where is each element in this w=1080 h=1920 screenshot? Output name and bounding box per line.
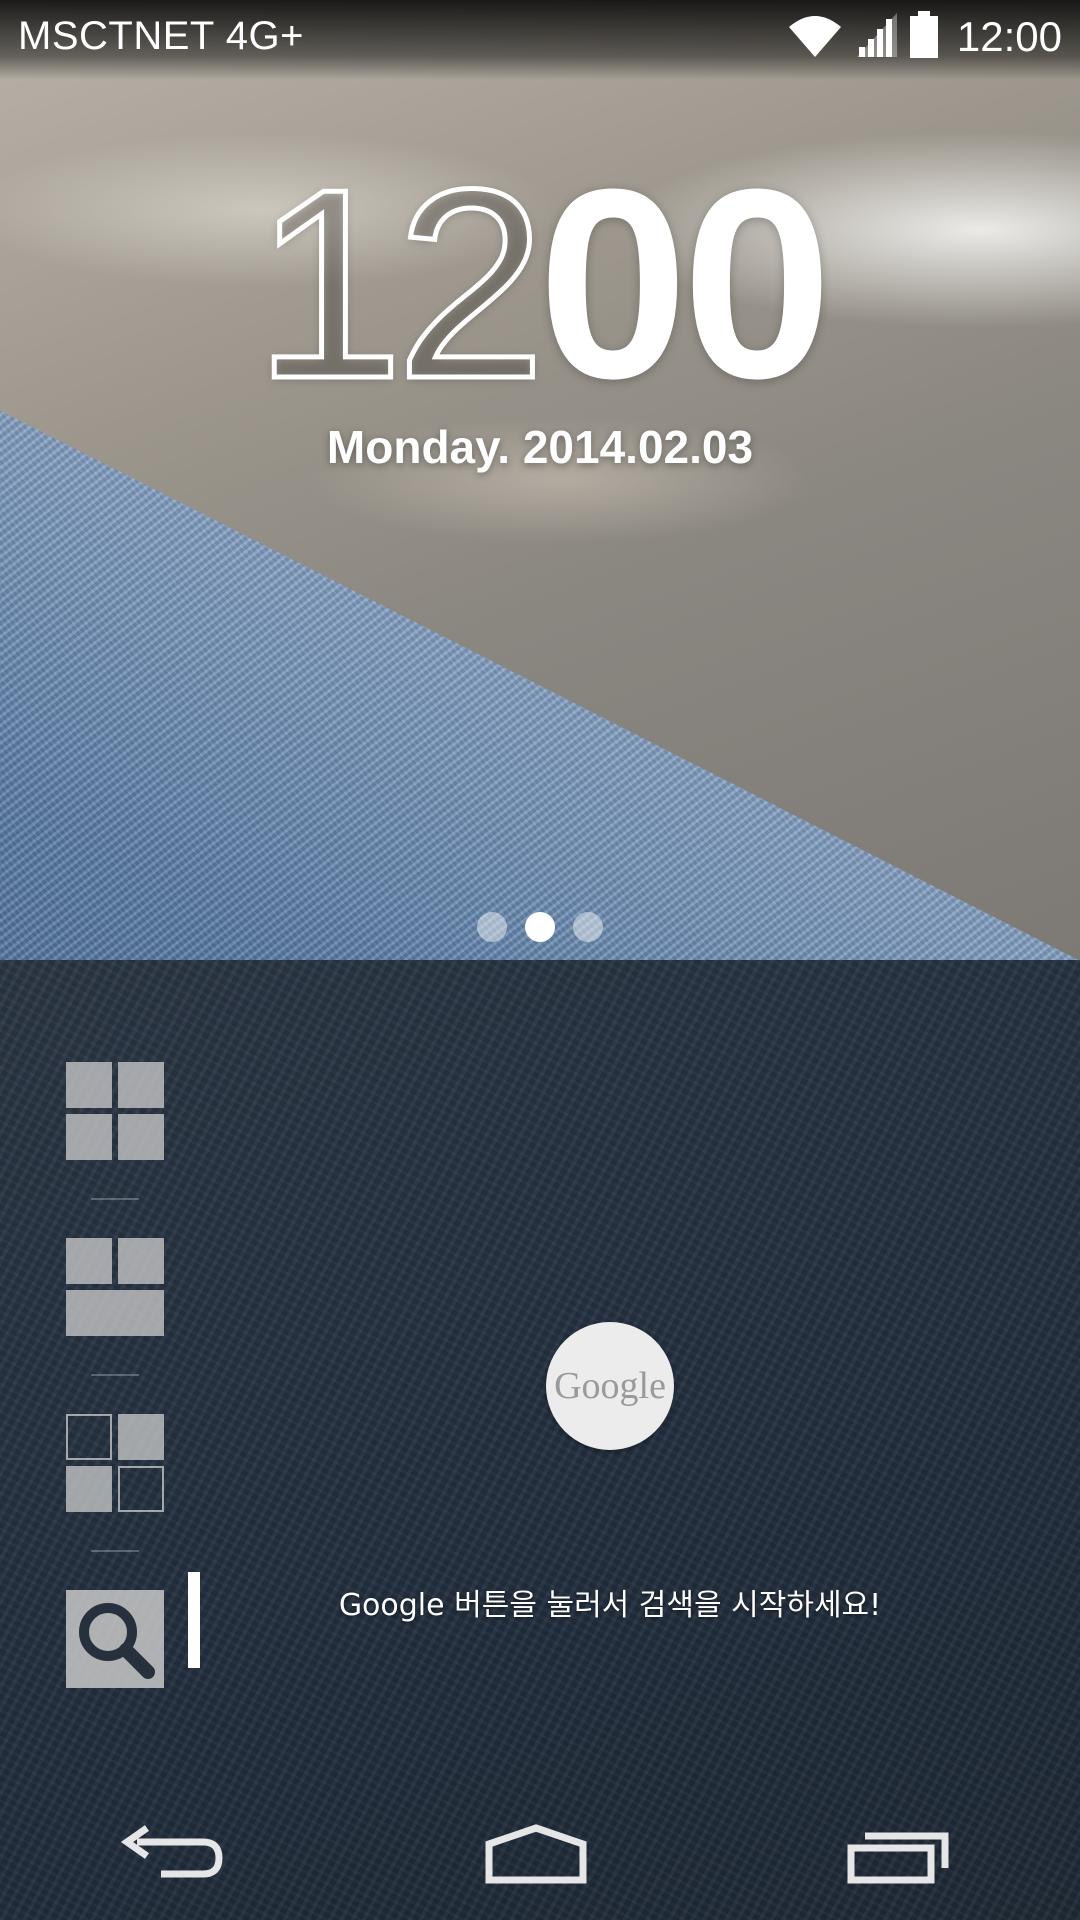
status-time: 12:00 <box>956 13 1062 60</box>
page-indicator <box>0 912 1080 942</box>
carrier-label: MSCTNET 4G+ <box>18 14 304 58</box>
recents-button[interactable] <box>840 1814 960 1898</box>
page-dot-active[interactable] <box>525 912 555 942</box>
clock-minutes: 00 <box>538 134 832 435</box>
lock-screen: MSCTNET 4G+ 12:00 1200 Monday. 2014.02.0… <box>0 0 1080 1920</box>
wifi-icon <box>785 11 845 63</box>
clock-hours: 12 <box>251 134 548 435</box>
clock-date: Monday. 2014.02.03 <box>326 421 754 473</box>
layout-divider <box>91 1198 139 1200</box>
layout-divider <box>91 1374 139 1376</box>
page-dot[interactable] <box>477 912 507 942</box>
signal-icon <box>855 11 899 63</box>
recents-icon <box>845 1824 955 1888</box>
status-icons: 12:00 <box>785 11 1062 63</box>
battery-icon <box>909 11 939 63</box>
text-cursor <box>188 1572 200 1668</box>
home-icon <box>481 1824 591 1888</box>
page-dot[interactable] <box>573 912 603 942</box>
lock-clock: 1200 <box>0 147 1080 422</box>
layout-grid-four-icon[interactable] <box>66 1062 164 1160</box>
status-bar: MSCTNET 4G+ 12:00 <box>0 0 1080 80</box>
google-button-label: Google <box>554 1365 666 1407</box>
search-button[interactable] <box>66 1590 164 1688</box>
google-search-button[interactable]: Google <box>546 1322 674 1450</box>
layout-divider <box>91 1550 139 1552</box>
back-icon <box>117 1824 227 1888</box>
navigation-bar <box>0 1792 1080 1920</box>
back-button[interactable] <box>112 1814 232 1898</box>
layout-grid-split-icon[interactable] <box>66 1414 164 1512</box>
home-button[interactable] <box>476 1814 596 1898</box>
layout-grid-three-icon[interactable] <box>66 1238 164 1336</box>
widget-panel: Google Google 버튼을 눌러서 검색을 시작하세요! <box>0 960 1080 1920</box>
search-hint-text: Google 버튼을 눌러서 검색을 시작하세요! <box>338 1588 882 1623</box>
layout-selector <box>66 1062 164 1688</box>
